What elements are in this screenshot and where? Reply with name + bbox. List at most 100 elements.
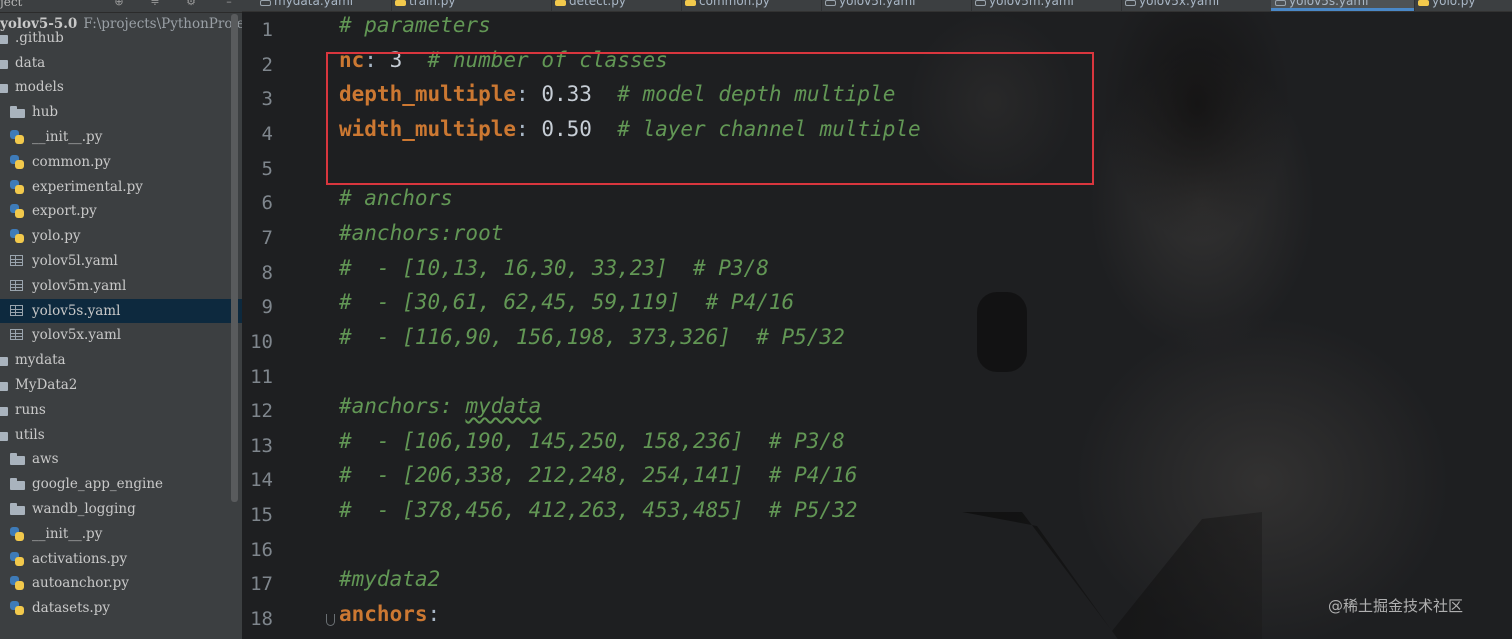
tree-item[interactable]: mydata bbox=[0, 348, 242, 372]
editor-tab[interactable]: yolov5l.yaml bbox=[821, 0, 972, 11]
editor-tab[interactable]: yolov5x.yaml bbox=[1121, 0, 1272, 11]
tree-item[interactable]: data bbox=[0, 51, 242, 75]
tree-item[interactable]: yolov5s.yaml bbox=[0, 298, 242, 323]
code-line[interactable]: # - [30,61, 62,45, 59,119] # P4/16 bbox=[339, 290, 794, 324]
tree-item[interactable]: hub bbox=[0, 100, 242, 124]
editor-tab[interactable]: common.py bbox=[681, 0, 822, 11]
settings-gear-icon[interactable]: ⚙ bbox=[184, 0, 198, 8]
tree-item[interactable]: experimental.py bbox=[0, 175, 242, 199]
line-number: 15 bbox=[250, 504, 273, 527]
code-token: # - [206,338, 212,248, 254,141] # P4/16 bbox=[339, 463, 858, 488]
editor-tab-label: yolov5x.yaml bbox=[1139, 0, 1220, 8]
code-token: #mydata2 bbox=[339, 567, 441, 592]
editor-tab[interactable]: train.py bbox=[391, 0, 552, 11]
tree-item-label: yolov5m.yaml bbox=[32, 277, 127, 294]
folder-icon bbox=[0, 32, 8, 44]
editor-tab-label: yolo.py bbox=[1432, 0, 1476, 8]
tree-item[interactable]: datasets.py bbox=[0, 596, 242, 620]
tree-item[interactable]: yolov5m.yaml bbox=[0, 274, 242, 298]
code-line[interactable]: # - [106,190, 145,250, 158,236] # P3/8 bbox=[339, 429, 845, 463]
tree-item[interactable]: runs bbox=[0, 398, 242, 422]
code-line[interactable]: #anchors: mydata bbox=[339, 394, 541, 428]
background-figure-hair bbox=[1102, 12, 1292, 242]
tree-item[interactable]: autoanchor.py bbox=[0, 571, 242, 595]
hide-panel-icon[interactable]: – bbox=[222, 0, 236, 8]
background-figure-choker bbox=[977, 292, 1027, 372]
tree-item-label: google_app_engine bbox=[32, 476, 164, 493]
yaml-file-icon bbox=[975, 0, 986, 6]
code-line[interactable]: # - [10,13, 16,30, 33,23] # P3/8 bbox=[339, 256, 769, 290]
tree-item[interactable]: yolov5x.yaml bbox=[0, 323, 242, 347]
editor-tab[interactable]: yolov5m.yaml bbox=[971, 0, 1122, 11]
code-line[interactable]: anchors: bbox=[339, 602, 440, 636]
code-line[interactable]: # parameters bbox=[339, 13, 491, 47]
code-line[interactable]: # anchors bbox=[339, 186, 453, 220]
tree-item[interactable]: activations.py bbox=[0, 547, 242, 571]
python-file-icon bbox=[10, 179, 25, 194]
tree-item-label: wandb_logging bbox=[32, 501, 136, 517]
ide-window: ject ⊕ ≑ ⚙ – yolov5-5.0 F:\projects\Pytho… bbox=[0, 0, 1512, 639]
tree-item[interactable]: __init__.py bbox=[0, 522, 242, 546]
tree-item[interactable]: export.py bbox=[0, 199, 242, 223]
tree-item[interactable]: google_app_engine bbox=[0, 472, 242, 496]
line-number-gutter: 1 2 3 4 5 6 7 8 9 10 11 12 13 14 15 16 17 18 bbox=[242, 12, 330, 639]
editor-tab-label: yolov5s.yaml bbox=[1289, 0, 1369, 8]
tree-item-label: common.py bbox=[32, 153, 111, 170]
tree-item-label: datasets.py bbox=[32, 600, 110, 617]
folder-icon bbox=[10, 503, 25, 515]
tree-item[interactable]: models bbox=[0, 75, 242, 99]
project-tree-scrollbar[interactable] bbox=[231, 14, 238, 502]
collapse-icon[interactable]: ≑ bbox=[148, 0, 162, 8]
tree-item-label: activations.py bbox=[32, 550, 128, 567]
python-file-icon bbox=[10, 576, 25, 591]
tree-item[interactable]: common.py bbox=[0, 150, 242, 174]
tree-item[interactable]: yolov5l.yaml bbox=[0, 249, 242, 273]
code-line[interactable]: # - [116,90, 156,198, 373,326] # P5/32 bbox=[339, 325, 845, 359]
editor-tab[interactable]: mydata.yaml bbox=[256, 0, 392, 11]
line-number: 16 bbox=[250, 538, 273, 561]
tree-item[interactable]: __init__.py bbox=[0, 125, 242, 149]
code-line[interactable]: # - [206,338, 212,248, 254,141] # P4/16 bbox=[339, 463, 857, 497]
tree-item-label: mydata bbox=[15, 352, 66, 369]
python-file-icon bbox=[10, 601, 25, 616]
code-token: #anchors: bbox=[339, 394, 466, 419]
tree-item[interactable]: MyData2 bbox=[0, 373, 242, 397]
yaml-file-icon bbox=[10, 304, 23, 316]
watermark: @稀土掘金技术社区 bbox=[1328, 597, 1464, 615]
code-token: anchors bbox=[339, 602, 428, 627]
line-number: 14 bbox=[250, 469, 273, 492]
line-number: 1 bbox=[261, 19, 273, 41]
code-line[interactable]: # - [378,456, 412,263, 453,485] # P5/32 bbox=[339, 498, 857, 532]
code-line[interactable]: #anchors:root bbox=[339, 221, 503, 255]
tree-item[interactable]: aws bbox=[0, 447, 242, 471]
python-file-icon bbox=[10, 204, 25, 219]
tree-item[interactable]: yolo.py bbox=[0, 224, 242, 248]
tree-item-label: export.py bbox=[32, 203, 97, 220]
fold-marker-icon[interactable] bbox=[326, 614, 335, 626]
folder-icon bbox=[0, 404, 8, 416]
line-number: 7 bbox=[261, 226, 273, 249]
editor-tab[interactable]: detect.py bbox=[551, 0, 682, 11]
yaml-file-icon bbox=[10, 279, 23, 291]
editor-tab-label: train.py bbox=[409, 0, 456, 8]
code-editor[interactable]: 1 2 3 4 5 6 7 8 9 10 11 12 13 14 15 16 17 18 # parameters… bbox=[242, 12, 1512, 639]
tree-item[interactable]: wandb_logging bbox=[0, 497, 242, 521]
tree-item[interactable]: utils bbox=[0, 423, 242, 447]
yaml-file-icon bbox=[260, 0, 271, 6]
locate-icon[interactable]: ⊕ bbox=[112, 0, 126, 8]
code-line[interactable]: #mydata2 bbox=[339, 567, 440, 601]
line-number: 5 bbox=[261, 157, 273, 180]
tree-item-label: MyData2 bbox=[15, 377, 78, 393]
folder-icon bbox=[0, 81, 8, 94]
editor-tab-label: detect.py bbox=[569, 0, 626, 8]
python-file-icon bbox=[10, 154, 25, 169]
folder-icon bbox=[10, 453, 25, 466]
editor-tab[interactable]: yolo.py bbox=[1414, 0, 1512, 11]
code-token: mydata bbox=[465, 394, 542, 419]
background-figure-dress bbox=[962, 512, 1262, 639]
line-number: 13 bbox=[250, 434, 273, 457]
tree-item[interactable]: .github bbox=[0, 26, 242, 50]
yaml-file-icon bbox=[825, 0, 836, 6]
tree-item-label: experimental.py bbox=[32, 178, 143, 195]
editor-tab[interactable]: yolov5s.yaml bbox=[1271, 0, 1415, 11]
